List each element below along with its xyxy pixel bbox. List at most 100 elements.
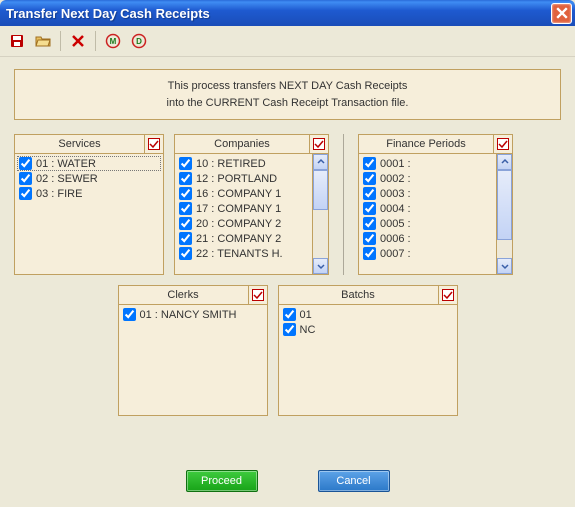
item-checkbox[interactable] — [179, 232, 192, 245]
item-label: 22 : TENANTS H. — [196, 248, 283, 260]
chevron-up-icon — [317, 158, 325, 166]
item-checkbox[interactable] — [363, 247, 376, 260]
companies-list[interactable]: 10 : RETIRED 12 : PORTLAND 16 : COMPANY … — [175, 154, 312, 274]
batchs-title: Batchs — [279, 286, 439, 304]
finance-periods-checkall-button[interactable] — [494, 135, 512, 153]
list-item[interactable]: 16 : COMPANY 1 — [177, 186, 310, 201]
list-item[interactable]: 21 : COMPANY 2 — [177, 231, 310, 246]
item-checkbox[interactable] — [363, 187, 376, 200]
cancel-button[interactable]: Cancel — [318, 470, 390, 492]
info-line-2: into the CURRENT Cash Receipt Transactio… — [25, 95, 550, 112]
chevron-down-icon — [501, 262, 509, 270]
delete-x-icon — [70, 33, 86, 49]
toolbar-delete-button[interactable] — [67, 30, 89, 52]
services-list[interactable]: 01 : WATER 02 : SEWER 03 : FIRE — [15, 154, 163, 274]
item-checkbox[interactable] — [363, 157, 376, 170]
toolbar-open-button[interactable] — [32, 30, 54, 52]
finance-periods-list[interactable]: 0001 : 0002 : 0003 : 0004 : 0005 : 0006 … — [359, 154, 496, 274]
item-label: 0005 : — [380, 218, 411, 230]
item-checkbox[interactable] — [363, 172, 376, 185]
list-item[interactable]: 10 : RETIRED — [177, 156, 310, 171]
companies-group: Companies 10 : RETIRED 12 : PORTLAND 16 … — [174, 134, 329, 275]
item-checkbox[interactable] — [283, 323, 296, 336]
item-label: 0006 : — [380, 233, 411, 245]
list-item[interactable]: 0006 : — [361, 231, 494, 246]
item-label: 0003 : — [380, 188, 411, 200]
list-item[interactable]: 01 : NANCY SMITH — [121, 307, 265, 322]
services-title: Services — [15, 135, 145, 153]
item-label: 20 : COMPANY 2 — [196, 218, 281, 230]
item-label: 0004 : — [380, 203, 411, 215]
bottom-groups-row: Clerks 01 : NANCY SMITH Batchs — [14, 285, 561, 416]
item-checkbox[interactable] — [179, 247, 192, 260]
item-checkbox[interactable] — [19, 172, 32, 185]
batchs-group: Batchs 01 NC — [278, 285, 458, 416]
list-item[interactable]: 01 : WATER — [17, 156, 161, 171]
finance-periods-group: Finance Periods 0001 : 0002 : 0003 : 000… — [358, 134, 513, 275]
item-checkbox[interactable] — [179, 202, 192, 215]
list-item[interactable]: 17 : COMPANY 1 — [177, 201, 310, 216]
services-checkall-button[interactable] — [145, 135, 163, 153]
toolbar-separator — [60, 31, 61, 51]
batchs-list[interactable]: 01 NC — [279, 305, 457, 415]
clerks-checkall-button[interactable] — [249, 286, 267, 304]
save-icon — [9, 33, 25, 49]
item-label: 0001 : — [380, 158, 411, 170]
item-checkbox[interactable] — [363, 232, 376, 245]
item-checkbox[interactable] — [363, 202, 376, 215]
scroll-track[interactable] — [313, 170, 328, 258]
toolbar-m-button[interactable]: M — [102, 30, 124, 52]
list-item[interactable]: 0002 : — [361, 171, 494, 186]
item-label: 10 : RETIRED — [196, 158, 266, 170]
list-item[interactable]: 0005 : — [361, 216, 494, 231]
companies-scrollbar[interactable] — [312, 154, 328, 274]
item-checkbox[interactable] — [283, 308, 296, 321]
scroll-thumb[interactable] — [497, 170, 512, 240]
scroll-down-button[interactable] — [497, 258, 512, 274]
info-panel: This process transfers NEXT DAY Cash Rec… — [14, 69, 561, 120]
item-label: 03 : FIRE — [36, 188, 82, 200]
companies-checkall-button[interactable] — [310, 135, 328, 153]
list-item[interactable]: 02 : SEWER — [17, 171, 161, 186]
list-item[interactable]: 01 — [281, 307, 455, 322]
close-icon — [556, 7, 568, 19]
proceed-button[interactable]: Proceed — [186, 470, 258, 492]
clerks-list[interactable]: 01 : NANCY SMITH — [119, 305, 267, 415]
scroll-up-button[interactable] — [313, 154, 328, 170]
list-item[interactable]: NC — [281, 322, 455, 337]
list-item[interactable]: 20 : COMPANY 2 — [177, 216, 310, 231]
scroll-down-button[interactable] — [313, 258, 328, 274]
item-checkbox[interactable] — [179, 187, 192, 200]
list-item[interactable]: 12 : PORTLAND — [177, 171, 310, 186]
batchs-checkall-button[interactable] — [439, 286, 457, 304]
list-item[interactable]: 0004 : — [361, 201, 494, 216]
chevron-up-icon — [501, 158, 509, 166]
item-checkbox[interactable] — [19, 157, 32, 170]
toolbar-separator — [95, 31, 96, 51]
item-checkbox[interactable] — [179, 172, 192, 185]
item-checkbox[interactable] — [179, 157, 192, 170]
scroll-up-button[interactable] — [497, 154, 512, 170]
item-checkbox[interactable] — [179, 217, 192, 230]
toolbar-d-button[interactable]: D — [128, 30, 150, 52]
scroll-track[interactable] — [497, 170, 512, 258]
item-label: 02 : SEWER — [36, 173, 98, 185]
list-item[interactable]: 0001 : — [361, 156, 494, 171]
toolbar: M D — [0, 26, 575, 57]
item-label: 16 : COMPANY 1 — [196, 188, 281, 200]
item-label: NC — [300, 324, 316, 336]
clerks-group: Clerks 01 : NANCY SMITH — [118, 285, 268, 416]
window-close-button[interactable] — [551, 3, 572, 24]
chevron-down-icon — [317, 262, 325, 270]
list-item[interactable]: 22 : TENANTS H. — [177, 246, 310, 261]
item-checkbox[interactable] — [19, 187, 32, 200]
client-area: This process transfers NEXT DAY Cash Rec… — [0, 57, 575, 506]
list-item[interactable]: 0007 : — [361, 246, 494, 261]
list-item[interactable]: 0003 : — [361, 186, 494, 201]
list-item[interactable]: 03 : FIRE — [17, 186, 161, 201]
item-checkbox[interactable] — [123, 308, 136, 321]
finance-periods-scrollbar[interactable] — [496, 154, 512, 274]
scroll-thumb[interactable] — [313, 170, 328, 210]
item-checkbox[interactable] — [363, 217, 376, 230]
toolbar-save-button[interactable] — [6, 30, 28, 52]
